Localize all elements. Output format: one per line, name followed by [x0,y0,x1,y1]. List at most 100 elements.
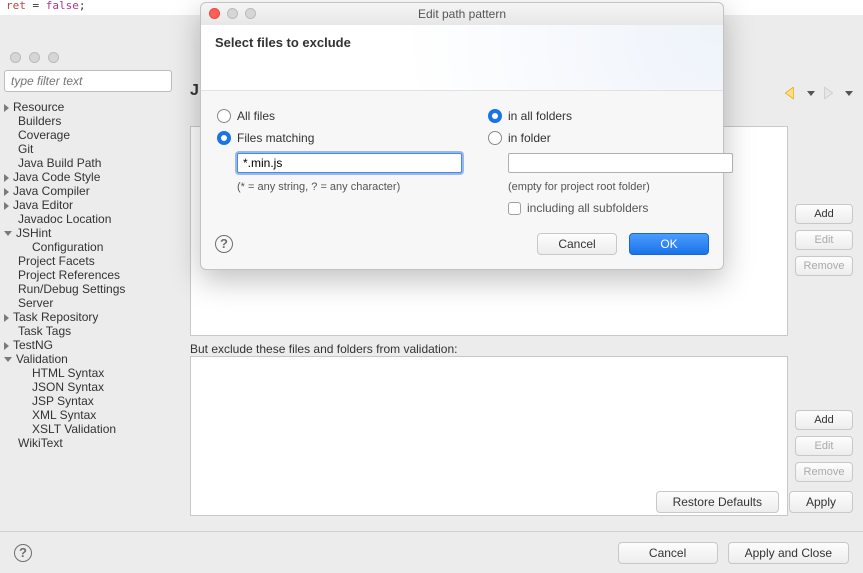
modal-body: All files in all folders Files matching … [201,91,723,225]
tree-item[interactable]: XSLT Validation [4,422,182,436]
in-all-folders-radio[interactable]: in all folders [488,109,733,123]
tree-item-label: Validation [16,352,68,366]
prefs-traffic-zoom[interactable] [48,52,59,63]
back-menu-icon[interactable] [807,91,815,96]
modal-help-icon[interactable]: ? [215,235,233,253]
exclude-edit-button[interactable]: Edit [795,436,853,456]
including-subfolders-label: including all subfolders [527,201,648,215]
chevron-right-icon[interactable] [4,188,9,196]
files-matching-label: Files matching [237,131,314,145]
tree-item[interactable]: Task Tags [4,324,182,338]
tree-item[interactable]: JSP Syntax [4,394,182,408]
tree-item[interactable]: JSON Syntax [4,380,182,394]
chevron-right-icon[interactable] [4,104,9,112]
modal-cancel-button[interactable]: Cancel [537,233,617,255]
chevron-down-icon[interactable] [4,357,12,362]
preferences-tree: ResourceBuildersCoverageGitJava Build Pa… [4,100,182,450]
tree-item[interactable]: Java Code Style [4,170,182,184]
tree-item[interactable]: HTML Syntax [4,366,182,380]
tree-item[interactable]: WikiText [4,436,182,450]
tree-item-label: Builders [18,114,61,128]
help-icon[interactable]: ? [14,544,32,562]
tree-item[interactable]: Validation [4,352,182,366]
tree-item[interactable]: Task Repository [4,310,182,324]
tree-item[interactable]: Project Facets [4,254,182,268]
prefs-traffic-close[interactable] [10,52,21,63]
tree-item[interactable]: Git [4,142,182,156]
tree-item-label: Configuration [32,240,103,254]
tree-item[interactable]: Project References [4,268,182,282]
modal-traffic-lights [209,8,256,19]
tree-item-label: Server [18,296,53,310]
chevron-right-icon[interactable] [4,174,9,182]
tree-item-label: HTML Syntax [32,366,104,380]
forward-menu-icon[interactable] [845,91,853,96]
chevron-right-icon[interactable] [4,342,9,350]
all-files-radio[interactable]: All files [217,109,462,123]
tree-item[interactable]: XML Syntax [4,408,182,422]
tree-item-label: XSLT Validation [32,422,116,436]
back-icon[interactable] [783,86,801,100]
chevron-down-icon[interactable] [4,231,12,236]
tree-item[interactable]: Java Editor [4,198,182,212]
chevron-right-icon[interactable] [4,202,9,210]
modal-footer: ? Cancel OK [201,225,723,269]
tree-item-label: Coverage [18,128,70,142]
modal-header: Select files to exclude [201,25,723,91]
include-remove-button[interactable]: Remove [795,256,853,276]
tree-item-label: Resource [13,100,64,114]
modal-min-icon [227,8,238,19]
apply-and-close-button[interactable]: Apply and Close [728,542,849,564]
restore-defaults-button[interactable]: Restore Defaults [656,491,779,513]
tree-item[interactable]: TestNG [4,338,182,352]
folder-hint: (empty for project root folder) [508,181,733,193]
files-matching-hint: (* = any string, ? = any character) [237,181,462,193]
including-subfolders-checkbox[interactable]: including all subfolders [488,201,733,215]
modal-titlebar[interactable]: Edit path pattern [201,3,723,25]
include-add-button[interactable]: Add [795,204,853,224]
forward-icon[interactable] [821,86,839,100]
tree-item-label: JSP Syntax [32,394,94,408]
files-matching-input[interactable] [237,153,462,173]
chevron-right-icon[interactable] [4,314,9,322]
apply-button[interactable]: Apply [789,491,853,513]
tree-item[interactable]: Run/Debug Settings [4,282,182,296]
in-all-folders-label: in all folders [508,109,572,123]
tree-item[interactable]: Resource [4,100,182,114]
history-toolbar [783,86,853,100]
tree-item[interactable]: Java Build Path [4,156,182,170]
tree-item-label: Project References [18,268,120,282]
tree-item[interactable]: JSHint [4,226,182,240]
tree-item[interactable]: Server [4,296,182,310]
tree-item[interactable]: Javadoc Location [4,212,182,226]
tree-item[interactable]: Java Compiler [4,184,182,198]
modal-title: Edit path pattern [418,7,506,21]
files-matching-radio[interactable]: Files matching [217,131,462,145]
modal-close-icon[interactable] [209,8,220,19]
edit-path-pattern-dialog: Edit path pattern Select files to exclud… [200,2,724,270]
filter-input[interactable] [4,70,172,92]
folder-input[interactable] [508,153,733,173]
in-folder-radio[interactable]: in folder [488,131,733,145]
tree-item-label: Java Compiler [13,184,90,198]
exclude-button-column: Add Edit Remove [795,410,853,482]
tree-item[interactable]: Configuration [4,240,182,254]
dialog-footer: ? Cancel Apply and Close [0,531,863,573]
tree-item[interactable]: Coverage [4,128,182,142]
exclude-remove-button[interactable]: Remove [795,462,853,482]
exclude-add-button[interactable]: Add [795,410,853,430]
tree-item-label: XML Syntax [32,408,96,422]
tree-item-label: Task Repository [13,310,98,324]
prefs-traffic-min[interactable] [29,52,40,63]
tree-item-label: Java Editor [13,198,73,212]
include-edit-button[interactable]: Edit [795,230,853,250]
cancel-button[interactable]: Cancel [618,542,718,564]
radio-icon [217,109,231,123]
tree-item-label: Project Facets [18,254,95,268]
tree-item-label: JSHint [16,226,51,240]
tree-item-label: Run/Debug Settings [18,282,125,296]
tree-item-label: Javadoc Location [18,212,111,226]
radio-icon [217,131,231,145]
modal-ok-button[interactable]: OK [629,233,709,255]
tree-item[interactable]: Builders [4,114,182,128]
